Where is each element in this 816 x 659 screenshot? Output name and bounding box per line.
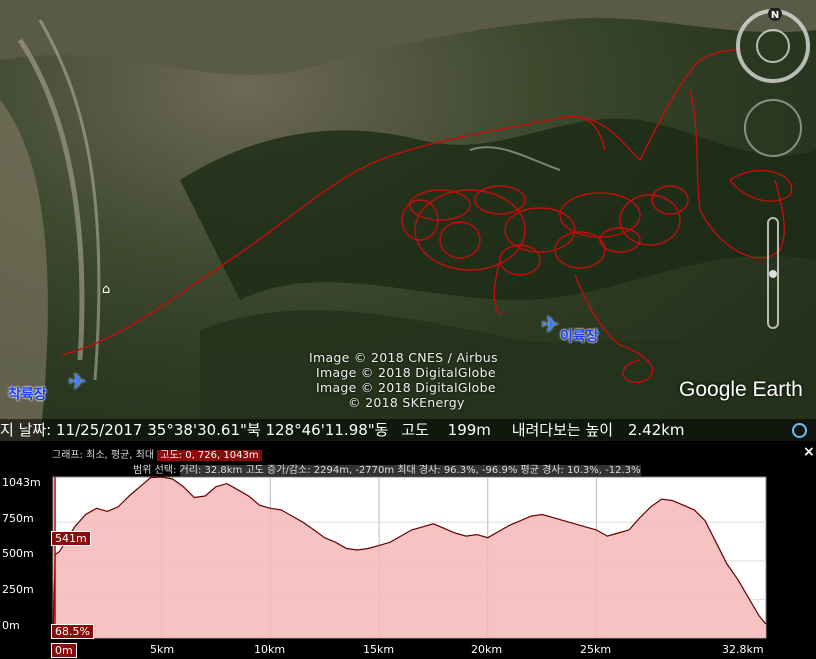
latitude-value: 35°38'30.61"북 — [147, 421, 261, 439]
imagery-credit: Image © 2018 CNES / Airbus — [309, 350, 498, 365]
svg-text:N: N — [771, 10, 779, 21]
date-label: 지 날짜: — [0, 421, 52, 439]
map-view[interactable]: N Image © 2018 CNES / Airbus Image © 201… — [0, 0, 816, 441]
landing-site-label[interactable]: 착륙장 — [8, 384, 47, 404]
look-control[interactable] — [744, 99, 802, 157]
eye-altitude-label: 내려다보는 높이 — [511, 421, 614, 439]
y-axis-label: 500m — [2, 547, 34, 560]
status-bar: 지 날짜: 11/25/2017 35°38'30.61"북 128°46'11… — [0, 419, 816, 441]
imagery-credit: Image © 2018 DigitalGlobe — [316, 365, 496, 380]
imagery-credit: Image © 2018 DigitalGlobe — [316, 380, 496, 395]
airplane-icon[interactable]: ✈ — [541, 313, 559, 338]
eye-altitude-value: 2.42km — [627, 421, 685, 439]
altitude-label: 고도 — [401, 421, 429, 439]
x-axis-label: 20km — [471, 643, 503, 656]
google-earth-logo: Google Earth — [679, 378, 803, 401]
elevation-chart[interactable] — [0, 441, 816, 659]
airplane-icon[interactable]: ✈ — [68, 370, 86, 395]
museum-icon[interactable]: ⌂ — [102, 282, 110, 297]
x-axis-label: 0m — [51, 643, 77, 658]
cursor-altitude-tag: 541m — [51, 531, 91, 546]
y-axis-label: 750m — [2, 512, 34, 525]
altitude-value: 199m — [447, 421, 491, 439]
x-axis-label: 10km — [254, 643, 286, 656]
imagery-credit: © 2018 SKEnergy — [348, 395, 465, 410]
x-axis-label: 15km — [363, 643, 395, 656]
x-axis-label: 32.8km — [722, 643, 764, 656]
longitude-value: 128°46'11.98"동 — [265, 421, 389, 439]
compass-ring[interactable] — [736, 9, 810, 83]
x-axis-label: 5km — [150, 643, 175, 656]
takeoff-site-label[interactable]: 이륙장 — [560, 326, 599, 346]
navigation-controls[interactable]: N — [735, 7, 811, 352]
cursor-slope-tag: 68.5% — [51, 624, 94, 639]
y-axis-label: 250m — [2, 583, 34, 596]
y-axis-label: 0m — [2, 619, 20, 632]
x-axis-label: 25km — [580, 643, 612, 656]
y-axis-label: 1043m — [2, 476, 41, 489]
streaming-indicator-icon — [792, 423, 807, 438]
date-value: 11/25/2017 — [56, 421, 143, 439]
zoom-slider[interactable] — [767, 217, 779, 329]
